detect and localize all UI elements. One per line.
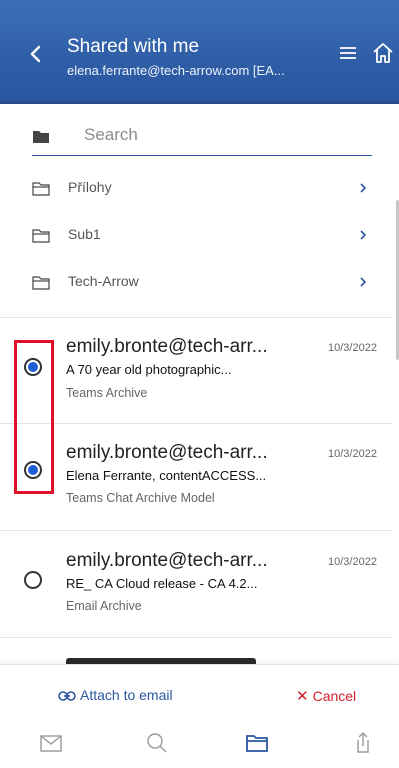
link-icon <box>58 691 76 701</box>
item-subject: Elena Ferrante, contentACCESS... <box>66 468 267 483</box>
folder-row-tech-arrow[interactable]: Tech-Arrow <box>0 259 392 307</box>
close-icon: ✕ <box>296 688 309 705</box>
folder-icon <box>246 735 268 752</box>
attach-label: Attach to email <box>80 687 173 703</box>
divider <box>0 637 392 638</box>
folder-filled-icon[interactable] <box>32 128 50 144</box>
item-source: Teams Chat Archive Model <box>66 491 215 505</box>
menu-button[interactable] <box>337 42 359 64</box>
search-bar <box>32 116 372 156</box>
item-date: 10/3/2022 <box>328 556 377 568</box>
select-radio[interactable] <box>24 571 42 589</box>
page-title: Shared with me <box>67 36 200 57</box>
folder-icon <box>32 182 50 196</box>
item-date: 10/3/2022 <box>328 448 377 460</box>
nav-folders[interactable] <box>244 730 270 756</box>
back-button[interactable] <box>22 40 50 68</box>
item-sender: emily.bronte@tech-arr... <box>66 336 268 357</box>
share-icon <box>357 732 369 753</box>
nav-search[interactable] <box>144 730 170 756</box>
item-subject: A 70 year old photographic... <box>66 362 232 377</box>
chevron-right-icon <box>360 183 367 193</box>
search-input[interactable] <box>84 122 364 148</box>
folder-row-sub1[interactable]: Sub1 <box>0 212 392 260</box>
selection-action-bar: Attach to email ✕ Cancel <box>0 664 399 720</box>
folder-label: Tech-Arrow <box>68 273 139 289</box>
folder-label: Sub1 <box>68 226 101 242</box>
mail-icon <box>40 735 62 752</box>
item-sender: emily.bronte@tech-arr... <box>66 442 268 463</box>
list-item-partial[interactable] <box>66 654 266 664</box>
nav-mail[interactable] <box>38 730 64 756</box>
folder-row-prilohy[interactable]: Přílohy <box>0 165 392 213</box>
chevron-right-icon <box>360 277 367 287</box>
folder-icon <box>32 276 50 290</box>
app-header: Shared with me elena.ferrante@tech-arrow… <box>0 0 399 104</box>
bottom-nav <box>0 720 399 768</box>
item-source: Teams Archive <box>66 386 148 400</box>
item-source: Email Archive <box>66 599 142 613</box>
chevron-right-icon <box>360 230 367 240</box>
list-item[interactable]: emily.bronte@tech-arr... 10/3/2022 A 70 … <box>0 318 392 418</box>
attach-to-email-button[interactable]: Attach to email <box>58 687 173 703</box>
home-icon <box>373 43 393 63</box>
item-date: 10/3/2022 <box>328 342 377 354</box>
list-item[interactable]: emily.bronte@tech-arr... 10/3/2022 RE_ C… <box>0 531 392 631</box>
chevron-left-icon <box>30 45 41 63</box>
account-subtitle: elena.ferrante@tech-arrow.com [EA... <box>67 63 285 78</box>
folder-label: Přílohy <box>68 179 112 195</box>
hamburger-icon <box>340 47 356 59</box>
item-sender: emily.bronte@tech-arr... <box>66 550 268 571</box>
home-button[interactable] <box>370 40 396 66</box>
nav-share[interactable] <box>350 730 376 756</box>
folder-icon <box>32 229 50 243</box>
cancel-button[interactable]: ✕ Cancel <box>296 687 356 705</box>
item-subject: RE_ CA Cloud release - CA 4.2... <box>66 576 258 591</box>
list-item[interactable]: emily.bronte@tech-arr... 10/3/2022 Elena… <box>0 424 392 524</box>
cancel-label: Cancel <box>312 688 357 704</box>
highlight-box-selection <box>14 340 54 494</box>
search-icon <box>147 733 167 753</box>
